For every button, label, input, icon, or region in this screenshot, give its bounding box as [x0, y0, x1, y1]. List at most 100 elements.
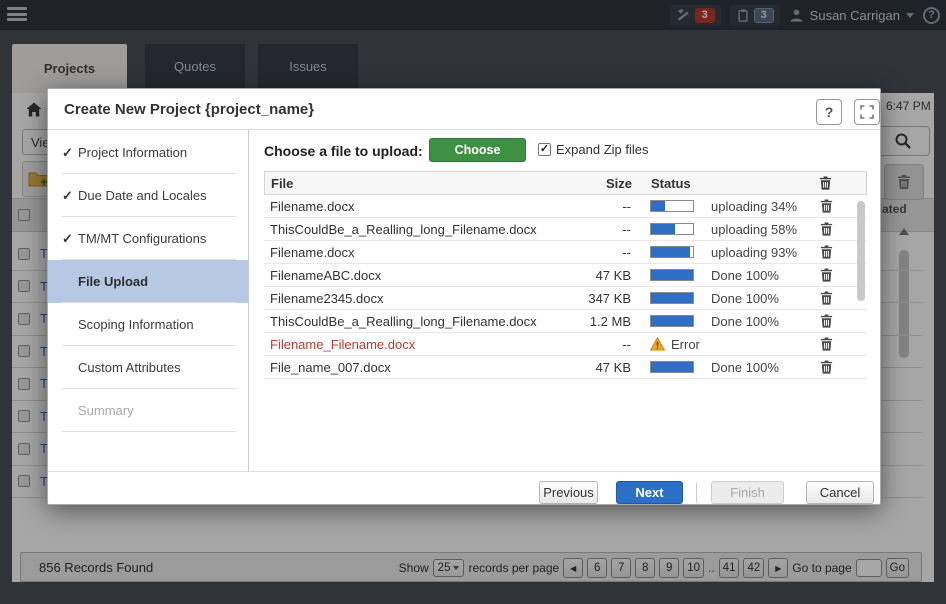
- upload-prompt: Choose a file to upload:: [264, 143, 423, 159]
- file-name: Filename2345.docx: [264, 291, 569, 306]
- file-name: File_name_007.docx: [264, 360, 569, 375]
- file-name: Filename.docx: [264, 199, 569, 214]
- upload-progress-bar: [650, 292, 694, 304]
- file-name: Filename.docx: [264, 245, 569, 260]
- modal-title: Create New Project {project_name}: [64, 101, 314, 118]
- wizard-step[interactable]: Summary: [48, 389, 248, 432]
- file-status-text: Done 100%: [711, 360, 779, 375]
- file-row: Filename.docx -- uploading 93%: [264, 241, 867, 264]
- next-button[interactable]: Next: [616, 481, 683, 504]
- upload-progress-bar: [650, 269, 694, 281]
- modal-header-divider: [48, 129, 880, 130]
- finish-button[interactable]: Finish: [711, 481, 784, 504]
- file-name: Filename_Filename.docx: [264, 337, 569, 352]
- file-row: Filename2345.docx 347 KB Done 100%: [264, 287, 867, 310]
- choose-file-button[interactable]: Choose: [429, 138, 526, 162]
- wizard-step-label: Due Date and Locales: [78, 188, 207, 203]
- delete-file-button[interactable]: [819, 267, 834, 283]
- upload-progress-bar: [650, 361, 694, 373]
- wizard-step[interactable]: ✓ Due Date and Locales: [48, 174, 248, 217]
- step-check-icon: ✓: [62, 231, 76, 247]
- file-size: 347 KB: [569, 291, 631, 306]
- file-row: FilenameABC.docx 47 KB Done 100%: [264, 264, 867, 287]
- modal-help-button[interactable]: ?: [816, 99, 842, 125]
- delete-file-button[interactable]: [819, 221, 834, 237]
- wizard-step-label: Custom Attributes: [78, 360, 181, 375]
- upload-progress-bar: [650, 223, 694, 235]
- status-column-header: Status: [651, 176, 818, 191]
- steps-divider: [248, 130, 249, 471]
- wizard-step[interactable]: ✓ TM/MT Configurations: [48, 217, 248, 260]
- upload-progress-bar: [650, 315, 694, 327]
- file-status-text: uploading 58%: [711, 222, 797, 237]
- delete-file-button[interactable]: [819, 336, 834, 352]
- file-row: ThisCouldBe_a_Realling_long_Filename.doc…: [264, 218, 867, 241]
- file-size: --: [569, 245, 631, 260]
- delete-file-button[interactable]: [819, 244, 834, 260]
- delete-file-button[interactable]: [819, 198, 834, 214]
- file-rows: Filename.docx -- uploading 34% ThisCould…: [264, 195, 867, 379]
- wizard-step[interactable]: Custom Attributes: [48, 346, 248, 389]
- file-size: --: [569, 199, 631, 214]
- wizard-step-label: Scoping Information: [78, 317, 194, 332]
- file-size: --: [569, 337, 631, 352]
- file-row: ThisCouldBe_a_Realling_long_Filename.doc…: [264, 310, 867, 333]
- file-status-text: uploading 93%: [711, 245, 797, 260]
- expand-zip-checkbox[interactable]: ✓: [538, 143, 551, 156]
- file-status: Error: [650, 337, 819, 352]
- file-row: Filename.docx -- uploading 34%: [264, 195, 867, 218]
- file-size: --: [569, 222, 631, 237]
- file-status: Done 100%: [650, 360, 819, 375]
- previous-button[interactable]: Previous: [539, 481, 598, 504]
- wizard-step-label: Summary: [78, 403, 134, 418]
- delete-file-button[interactable]: [819, 290, 834, 306]
- app-screen: 3 3 Susan Carrigan ? Projects Quotes Iss…: [0, 0, 946, 604]
- modal-scrollbar-thumb[interactable]: [857, 201, 865, 301]
- file-size: 47 KB: [569, 360, 631, 375]
- modal-footer-divider: [48, 471, 880, 472]
- file-row: File_name_007.docx 47 KB Done 100%: [264, 356, 867, 379]
- file-status-text: Error: [671, 337, 700, 352]
- button-divider: [696, 483, 697, 503]
- file-table-header: File Size Status: [264, 171, 867, 195]
- file-size: 47 KB: [569, 268, 631, 283]
- delete-file-button[interactable]: [819, 359, 834, 375]
- file-name: ThisCouldBe_a_Realling_long_Filename.doc…: [264, 222, 569, 237]
- upload-progress-bar: [650, 246, 694, 258]
- file-status: uploading 34%: [650, 199, 819, 214]
- file-row: Filename_Filename.docx -- Error: [264, 333, 867, 356]
- upload-file-table: File Size Status Filename.docx -- upload…: [264, 171, 867, 379]
- file-status-text: uploading 34%: [711, 199, 797, 214]
- file-name: FilenameABC.docx: [264, 268, 569, 283]
- file-status-text: Done 100%: [711, 268, 779, 283]
- wizard-step[interactable]: File Upload: [48, 260, 248, 303]
- file-status: Done 100%: [650, 314, 819, 329]
- modal-buttons: Previous Next Finish Cancel: [48, 481, 880, 505]
- upload-progress-bar: [650, 200, 694, 212]
- wizard-step-label: File Upload: [78, 274, 148, 289]
- delete-file-button[interactable]: [819, 313, 834, 329]
- cancel-button[interactable]: Cancel: [806, 481, 874, 504]
- file-status: Done 100%: [650, 291, 819, 306]
- file-size: 1.2 MB: [569, 314, 631, 329]
- wizard-step-label: Project Information: [78, 145, 187, 160]
- wizard-step[interactable]: ✓ Project Information: [48, 131, 248, 174]
- wizard-step[interactable]: Scoping Information: [48, 303, 248, 346]
- file-status: uploading 58%: [650, 222, 819, 237]
- file-status-text: Done 100%: [711, 314, 779, 329]
- step-check-icon: ✓: [62, 145, 76, 161]
- file-column-header: File: [265, 176, 570, 191]
- delete-all-button[interactable]: [818, 175, 833, 191]
- wizard-step-label: TM/MT Configurations: [78, 231, 206, 246]
- size-column-header: Size: [570, 176, 632, 191]
- create-project-modal: Create New Project {project_name} ? ✓ Pr…: [47, 88, 881, 505]
- modal-steps: ✓ Project Information ✓ Due Date and Loc…: [48, 131, 248, 432]
- file-name: ThisCouldBe_a_Realling_long_Filename.doc…: [264, 314, 569, 329]
- file-status-text: Done 100%: [711, 291, 779, 306]
- fullscreen-icon: [860, 105, 874, 119]
- fullscreen-button[interactable]: [854, 99, 880, 125]
- file-status: Done 100%: [650, 268, 819, 283]
- warning-icon: [650, 337, 665, 351]
- file-status: uploading 93%: [650, 245, 819, 260]
- expand-zip-option[interactable]: ✓ Expand Zip files: [538, 142, 649, 157]
